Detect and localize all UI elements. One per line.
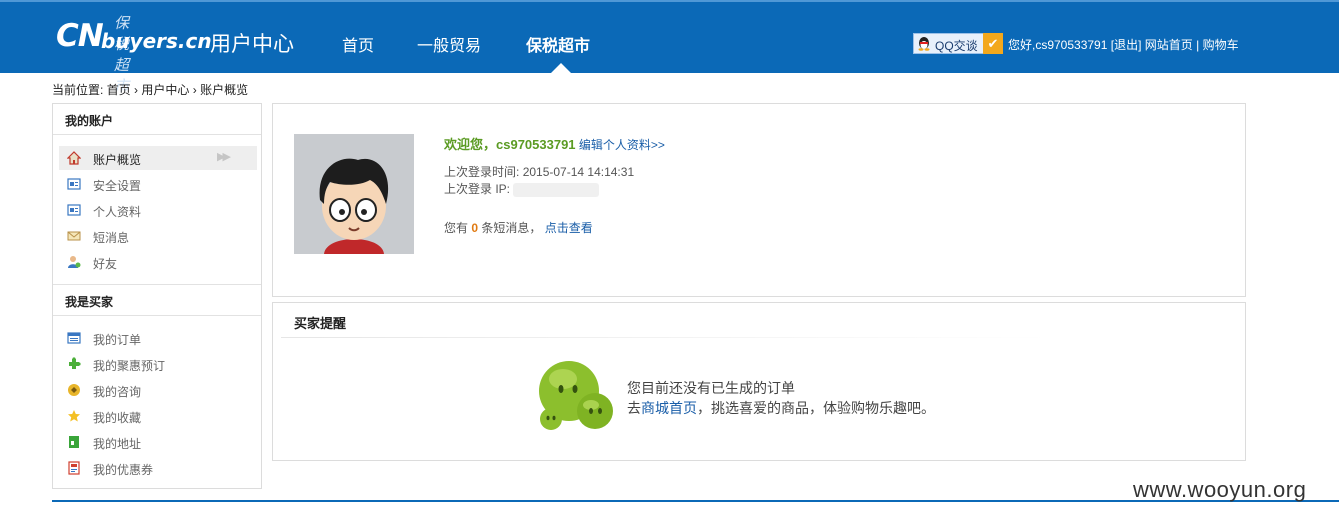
- sidebar-item-consultation[interactable]: 我的咨询: [59, 378, 257, 402]
- sidebar-section-title: 我是买家: [65, 295, 114, 309]
- breadcrumb-separator: ›: [134, 83, 139, 97]
- active-nav-indicator: [551, 63, 571, 73]
- envelope-icon: [67, 231, 81, 241]
- sidebar-item-label: 我的聚惠预订: [93, 359, 166, 373]
- order-icon: [67, 332, 81, 344]
- sidebar-item-favorites[interactable]: 我的收藏: [59, 404, 257, 428]
- welcome-line: 欢迎您，cs970533791 编辑个人资料>>: [444, 134, 665, 153]
- buyer-reminder-panel: 买家提醒 您目前还没有已生成的订单 去商城首页，挑选喜爱的商品，体验购物乐趣吧。: [272, 302, 1246, 461]
- sidebar-item-label: 我的订单: [93, 333, 142, 347]
- sidebar-item-address[interactable]: 我的地址: [59, 430, 257, 454]
- sidebar-item-coupons[interactable]: 我的优惠券: [59, 456, 257, 480]
- breadcrumb-separator: ›: [192, 83, 197, 97]
- sidebar-item-orders[interactable]: 我的订单: [59, 326, 257, 350]
- last-login-ip: 上次登录 IP:: [444, 180, 600, 197]
- message-summary: 您有 0 条短消息， 点击查看: [444, 219, 593, 236]
- panel-title: 买家提醒: [294, 316, 347, 331]
- edit-profile-link[interactable]: 编辑个人资料>>: [579, 138, 665, 152]
- sidebar-item-label: 好友: [93, 257, 118, 271]
- last-login-time: 上次登录时间: 2015-07-14 14:14:31: [444, 163, 634, 180]
- logo-cn: CN: [56, 18, 104, 54]
- friend-icon: [68, 256, 81, 268]
- empty-line-2: 去商城首页，挑选喜爱的商品，体验购物乐趣吧。: [627, 398, 935, 418]
- empty-line-2-suffix: ，挑选喜爱的商品，体验购物乐趣吧。: [697, 400, 935, 416]
- breadcrumb: 当前位置: 首页 › 用户中心 › 账户概览: [52, 81, 248, 98]
- ip-redaction: [513, 182, 600, 197]
- qq-chat-label: QQ交谈: [935, 39, 978, 53]
- user-avatar[interactable]: [294, 134, 414, 254]
- cartoon-avatar-image: [294, 134, 414, 254]
- panel-divider: [281, 337, 1051, 338]
- last-login-time-value: 2015-07-14 14:14:31: [522, 165, 635, 179]
- address-icon: [69, 436, 79, 448]
- sidebar-section-buyer: 我是买家: [53, 284, 261, 316]
- user-links: 您好,cs970533791 [退出] 网站首页 | 购物车: [1008, 36, 1239, 53]
- watermark: www.wooyun.org: [1133, 477, 1307, 502]
- sidebar-item-label: 我的收藏: [93, 411, 142, 425]
- coupon-icon: [68, 461, 80, 475]
- message-count: 0: [471, 221, 479, 235]
- sidebar-item-security[interactable]: 安全设置: [59, 172, 257, 196]
- link-separator: |: [1196, 38, 1200, 52]
- sidebar-item-account-overview[interactable]: 账户概览 ▶▶: [59, 146, 257, 170]
- sidebar-item-label: 我的地址: [93, 437, 142, 451]
- message-prefix: 您有: [444, 221, 469, 235]
- nav-general-trade[interactable]: 一般贸易: [417, 32, 481, 56]
- sidebar: 我的账户 账户概览 ▶▶ 安全设置 个人资料 短消息 好友 我是买家 我的订单 …: [52, 103, 262, 489]
- breadcrumb-current: 账户概览: [200, 83, 249, 97]
- consult-icon: [68, 384, 80, 396]
- logout-link[interactable]: [退出]: [1111, 38, 1142, 52]
- empty-line-1: 您目前还没有已生成的订单: [627, 380, 795, 396]
- sidebar-item-label: 我的优惠券: [93, 463, 154, 477]
- cart-link[interactable]: 购物车: [1203, 38, 1239, 52]
- sidebar-section-title: 我的账户: [65, 114, 114, 128]
- sidebar-section-account: 我的账户: [53, 104, 261, 135]
- account-overview-panel: 欢迎您，cs970533791 编辑个人资料>> 上次登录时间: 2015-07…: [272, 103, 1246, 297]
- empty-orders-message: 您目前还没有已生成的订单 去商城首页，挑选喜爱的商品，体验购物乐趣吧。: [627, 378, 935, 418]
- header-bar: CN 保税超市 buyers.cn 用户中心 首页 一般贸易 保税超市 QQ交谈…: [0, 0, 1339, 95]
- home-icon: [67, 151, 81, 165]
- mall-home-link[interactable]: 商城首页: [641, 400, 697, 416]
- breadcrumb-user-center[interactable]: 用户中心: [141, 83, 189, 97]
- star-icon: [68, 410, 80, 422]
- sidebar-item-friends[interactable]: 好友: [59, 250, 257, 274]
- sidebar-item-label: 账户概览: [93, 153, 142, 167]
- sidebar-item-label: 个人资料: [93, 205, 142, 219]
- sidebar-item-messages[interactable]: 短消息: [59, 224, 257, 248]
- last-login-time-label: 上次登录时间:: [444, 165, 520, 179]
- header-highlight: [0, 0, 1339, 2]
- user-center-title: 用户中心: [210, 33, 294, 56]
- sidebar-item-label: 我的咨询: [93, 385, 142, 399]
- puzzle-icon: [69, 357, 81, 369]
- view-messages-link[interactable]: 点击查看: [545, 221, 593, 235]
- welcome-text: 欢迎您，cs970533791: [444, 137, 576, 152]
- nav-home[interactable]: 首页: [342, 32, 374, 56]
- last-login-ip-label: 上次登录 IP:: [444, 182, 511, 196]
- qq-penguin-icon: [918, 37, 930, 51]
- profile-icon: [67, 204, 81, 216]
- greeting-text: 您好,cs970533791: [1008, 38, 1108, 52]
- site-home-link[interactable]: 网站首页: [1145, 38, 1193, 52]
- sidebar-item-label: 安全设置: [93, 179, 142, 193]
- sidebar-item-label: 短消息: [93, 231, 130, 245]
- sidebar-item-group-booking[interactable]: 我的聚惠预订: [59, 352, 257, 376]
- nav-bonded-market[interactable]: 保税超市: [526, 32, 590, 56]
- breadcrumb-prefix: 当前位置:: [52, 83, 104, 97]
- logo-buyers: buyers.cn: [101, 29, 212, 53]
- security-icon: [67, 178, 81, 190]
- message-suffix: 条短消息，: [481, 221, 542, 235]
- breadcrumb-home[interactable]: 首页: [107, 83, 131, 97]
- green-blob-mascot-icon: [539, 361, 613, 430]
- qq-chat-button[interactable]: QQ交谈 ✔: [913, 33, 1003, 54]
- sidebar-item-profile[interactable]: 个人资料: [59, 198, 257, 222]
- empty-line-2-prefix: 去: [627, 400, 641, 416]
- chevron-right-icon: ▶▶: [217, 151, 231, 163]
- verified-shield-icon: ✔: [983, 33, 1003, 54]
